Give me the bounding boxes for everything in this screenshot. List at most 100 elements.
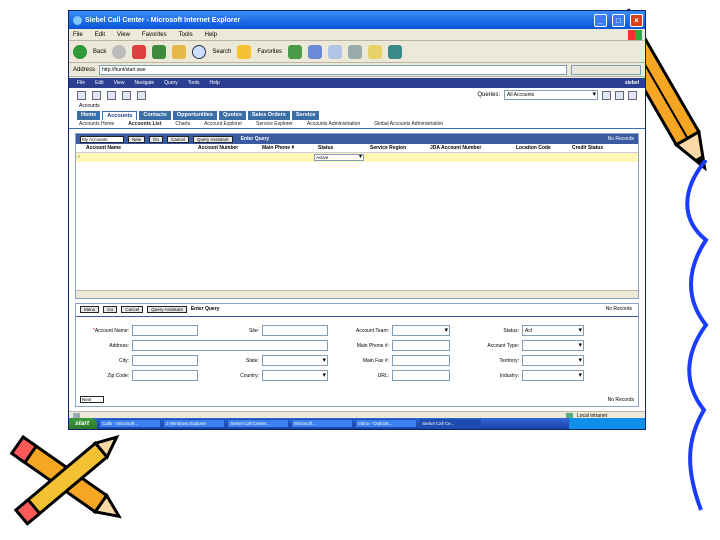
- col-service-region[interactable]: Service Region: [370, 144, 430, 152]
- form-query-assistant-button[interactable]: Query Assistant: [147, 305, 187, 313]
- messenger-icon[interactable]: [388, 44, 403, 59]
- edit-icon[interactable]: [368, 44, 383, 59]
- link-account-explorer[interactable]: Account Explorer: [204, 120, 242, 128]
- col-account-number[interactable]: Account Number: [198, 144, 262, 152]
- list-cancel-button[interactable]: Cancel: [167, 135, 190, 143]
- find-icon[interactable]: [602, 90, 611, 100]
- link-accounts-administration[interactable]: Accounts Administration: [307, 120, 360, 128]
- tab-opportunities[interactable]: Opportunities: [172, 111, 217, 120]
- menu-tools[interactable]: Tools: [179, 32, 193, 38]
- menu-help[interactable]: Help: [205, 32, 217, 38]
- forward-icon[interactable]: [112, 44, 127, 59]
- tab-quotes[interactable]: Quotes: [218, 111, 246, 120]
- input-status[interactable]: Act: [522, 325, 584, 336]
- col-jda-account-number[interactable]: JDA Account Number: [430, 144, 516, 152]
- back-label[interactable]: Back: [93, 49, 106, 55]
- input-industry[interactable]: [522, 370, 584, 381]
- favorites-label[interactable]: Favorites: [257, 49, 282, 55]
- taskbar-item[interactable]: 2 Windows Explorer: [163, 419, 226, 428]
- input-account-type[interactable]: [522, 340, 584, 351]
- siebel-menu-file[interactable]: File: [77, 80, 85, 86]
- tab-home[interactable]: Home: [77, 111, 101, 120]
- mail-icon[interactable]: [328, 44, 343, 59]
- media-icon[interactable]: [288, 44, 303, 59]
- query-icon[interactable]: [122, 90, 131, 100]
- menu-file[interactable]: File: [73, 32, 83, 38]
- siebel-menu-navigate[interactable]: Navigate: [134, 80, 154, 86]
- tab-accounts[interactable]: Accounts: [102, 111, 138, 120]
- link-charts[interactable]: Charts: [175, 120, 190, 128]
- options-icon[interactable]: [628, 90, 637, 100]
- calendar-icon[interactable]: [137, 90, 146, 100]
- link-service-explorer[interactable]: Service Explorer: [256, 120, 293, 128]
- query-row[interactable]: › Active: [76, 153, 638, 162]
- address-input[interactable]: http://hunt/start.swe: [99, 64, 567, 75]
- siebel-menu-help[interactable]: Help: [209, 80, 219, 86]
- taskbar-item[interactable]: Siebel Call Center...: [227, 419, 290, 428]
- siebel-menu-view[interactable]: View: [114, 80, 125, 86]
- input-main-fax[interactable]: [392, 355, 450, 366]
- input-country[interactable]: [262, 370, 328, 381]
- list-query-assistant-button[interactable]: Query Assistant: [193, 135, 233, 143]
- new-record-icon[interactable]: [107, 90, 116, 100]
- breadcrumb[interactable]: Accounts: [69, 102, 645, 111]
- close-button[interactable]: ×: [630, 13, 643, 27]
- home-icon[interactable]: [172, 44, 187, 59]
- link-global-accounts-administration[interactable]: Global Accounts Administration: [374, 120, 443, 128]
- input-address[interactable]: [132, 340, 328, 351]
- taskbar-item[interactable]: Calls - Microsoft...: [99, 419, 162, 428]
- taskbar-item[interactable]: Microsoft...: [291, 419, 354, 428]
- search-icon[interactable]: [615, 90, 624, 100]
- menu-edit[interactable]: Edit: [95, 32, 105, 38]
- print-icon[interactable]: [348, 44, 363, 59]
- new-button[interactable]: New: [128, 135, 146, 143]
- tab-service[interactable]: Service: [291, 111, 320, 120]
- siebel-menu-query[interactable]: Query: [164, 80, 178, 86]
- forward-arrow-icon[interactable]: [92, 90, 101, 100]
- queries-select[interactable]: All Accounts: [504, 90, 598, 100]
- form-menu-button[interactable]: Menu: [80, 305, 100, 313]
- start-button[interactable]: start: [69, 418, 98, 429]
- minimize-button[interactable]: _: [594, 13, 607, 27]
- col-main-phone[interactable]: Main Phone #: [262, 144, 318, 152]
- input-zip[interactable]: [132, 370, 198, 381]
- input-account-name[interactable]: [132, 325, 198, 336]
- refresh-icon[interactable]: [152, 44, 167, 59]
- col-account-name[interactable]: Account Name: [86, 144, 198, 152]
- input-site[interactable]: [262, 325, 328, 336]
- link-accounts-list[interactable]: Accounts List: [128, 120, 161, 128]
- input-main-phone[interactable]: [392, 340, 450, 351]
- menu-favorites[interactable]: Favorites: [142, 32, 167, 38]
- favorites-icon[interactable]: [237, 44, 252, 59]
- taskbar-item[interactable]: Inbox - Outlook...: [355, 419, 418, 428]
- input-city[interactable]: [132, 355, 198, 366]
- visibility-select[interactable]: My Accounts: [80, 135, 124, 143]
- stop-icon[interactable]: [132, 44, 147, 59]
- next-button[interactable]: Next: [80, 396, 104, 403]
- maximize-button[interactable]: □: [612, 13, 625, 27]
- tab-sales-orders[interactable]: Sales Orders: [247, 111, 290, 120]
- link-accounts-home[interactable]: Accounts Home: [79, 120, 114, 128]
- back-arrow-icon[interactable]: [77, 90, 86, 100]
- search-icon[interactable]: [192, 44, 207, 59]
- input-territory[interactable]: [522, 355, 584, 366]
- siebel-menu-tools[interactable]: Tools: [188, 80, 200, 86]
- status-query-field[interactable]: Active: [314, 154, 364, 161]
- col-status[interactable]: Status: [318, 144, 370, 152]
- history-icon[interactable]: [308, 44, 323, 59]
- tab-contacts[interactable]: Contacts: [139, 111, 171, 120]
- back-icon[interactable]: [73, 44, 87, 59]
- form-go-button[interactable]: Go: [103, 305, 118, 313]
- list-horizontal-scrollbar[interactable]: [76, 290, 638, 298]
- input-url[interactable]: [392, 370, 450, 381]
- list-go-button[interactable]: Go: [149, 135, 164, 143]
- go-button[interactable]: [571, 64, 641, 75]
- col-credit-status[interactable]: Credit Status: [572, 144, 612, 152]
- menu-view[interactable]: View: [117, 32, 130, 38]
- input-state[interactable]: [262, 355, 328, 366]
- taskbar-item-active[interactable]: Siebel Call Ce...: [419, 419, 482, 428]
- input-account-team[interactable]: [392, 325, 450, 336]
- search-label[interactable]: Search: [212, 49, 231, 55]
- col-location-code[interactable]: Location Code: [516, 144, 572, 152]
- siebel-menu-edit[interactable]: Edit: [95, 80, 104, 86]
